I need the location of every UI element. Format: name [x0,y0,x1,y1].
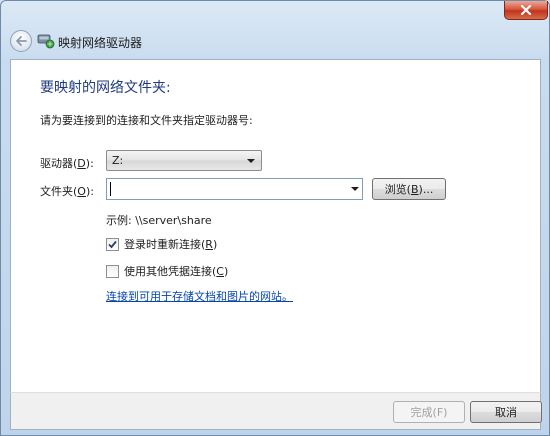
drive-select[interactable]: Z: [106,150,262,171]
window-title: 映射网络驱动器 [58,36,143,50]
close-button[interactable] [504,1,548,20]
reconnect-label: 登录时重新连接(R) [124,238,218,251]
website-link[interactable]: 连接到可用于存储文档和图片的网站。 [106,288,293,304]
chevron-down-icon[interactable] [351,187,359,191]
reconnect-checkbox[interactable] [106,237,119,251]
page-heading: 要映射的网络文件夹: [40,80,171,96]
finish-button[interactable]: 完成(F) [393,401,465,423]
back-button[interactable] [10,30,32,52]
chevron-down-icon [247,159,255,163]
back-arrow-icon [16,36,27,46]
instruction-text: 请为要连接到的连接和文件夹指定驱动器号: [40,114,253,127]
other-credentials-label: 使用其他凭据连接(C) [124,265,229,278]
reconnect-option[interactable]: 登录时重新连接(R) [106,236,217,252]
text-caret [110,182,111,196]
other-credentials-checkbox[interactable] [106,264,119,278]
drive-label: 驱动器(D): [40,157,94,170]
network-drive-icon [37,34,55,49]
example-text: 示例: \\server\share [106,214,212,227]
other-credentials-option[interactable]: 使用其他凭据连接(C) [106,263,228,279]
dialog-content: 要映射的网络文件夹: 请为要连接到的连接和文件夹指定驱动器号: 驱动器(D): … [10,59,541,392]
folder-input[interactable] [106,178,363,200]
browse-button[interactable]: 浏览(B)... [372,178,446,200]
close-icon [520,5,532,15]
dialog-footer: 完成(F) 取消 [10,392,542,430]
cancel-button[interactable]: 取消 [470,401,542,423]
drive-select-value: Z: [112,154,124,167]
map-network-drive-window: 映射网络驱动器 要映射的网络文件夹: 请为要连接到的连接和文件夹指定驱动器号: … [0,0,550,436]
folder-label: 文件夹(O): [40,185,94,198]
title-bar: 映射网络驱动器 [1,23,549,59]
checkmark-icon [108,240,117,248]
